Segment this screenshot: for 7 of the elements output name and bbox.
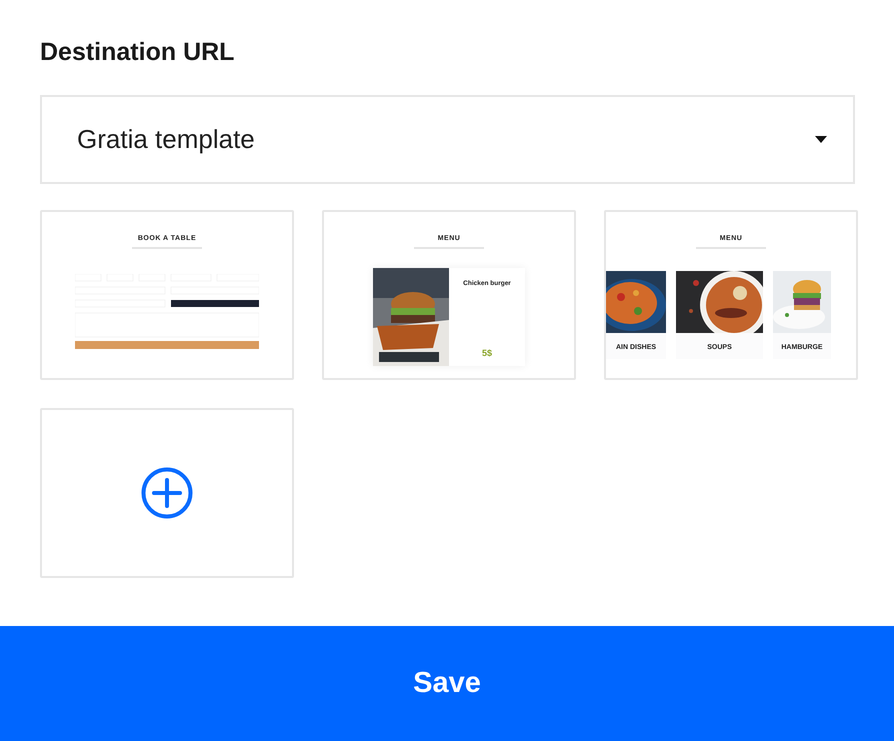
dish-price: 5$: [482, 348, 492, 358]
save-button[interactable]: Save: [0, 626, 894, 741]
template-dropdown[interactable]: Gratia template: [40, 95, 855, 184]
add-template-button[interactable]: [40, 408, 294, 578]
add-icon: [141, 467, 193, 519]
caret-icon: [815, 136, 827, 143]
section-title: Destination URL: [40, 38, 234, 67]
